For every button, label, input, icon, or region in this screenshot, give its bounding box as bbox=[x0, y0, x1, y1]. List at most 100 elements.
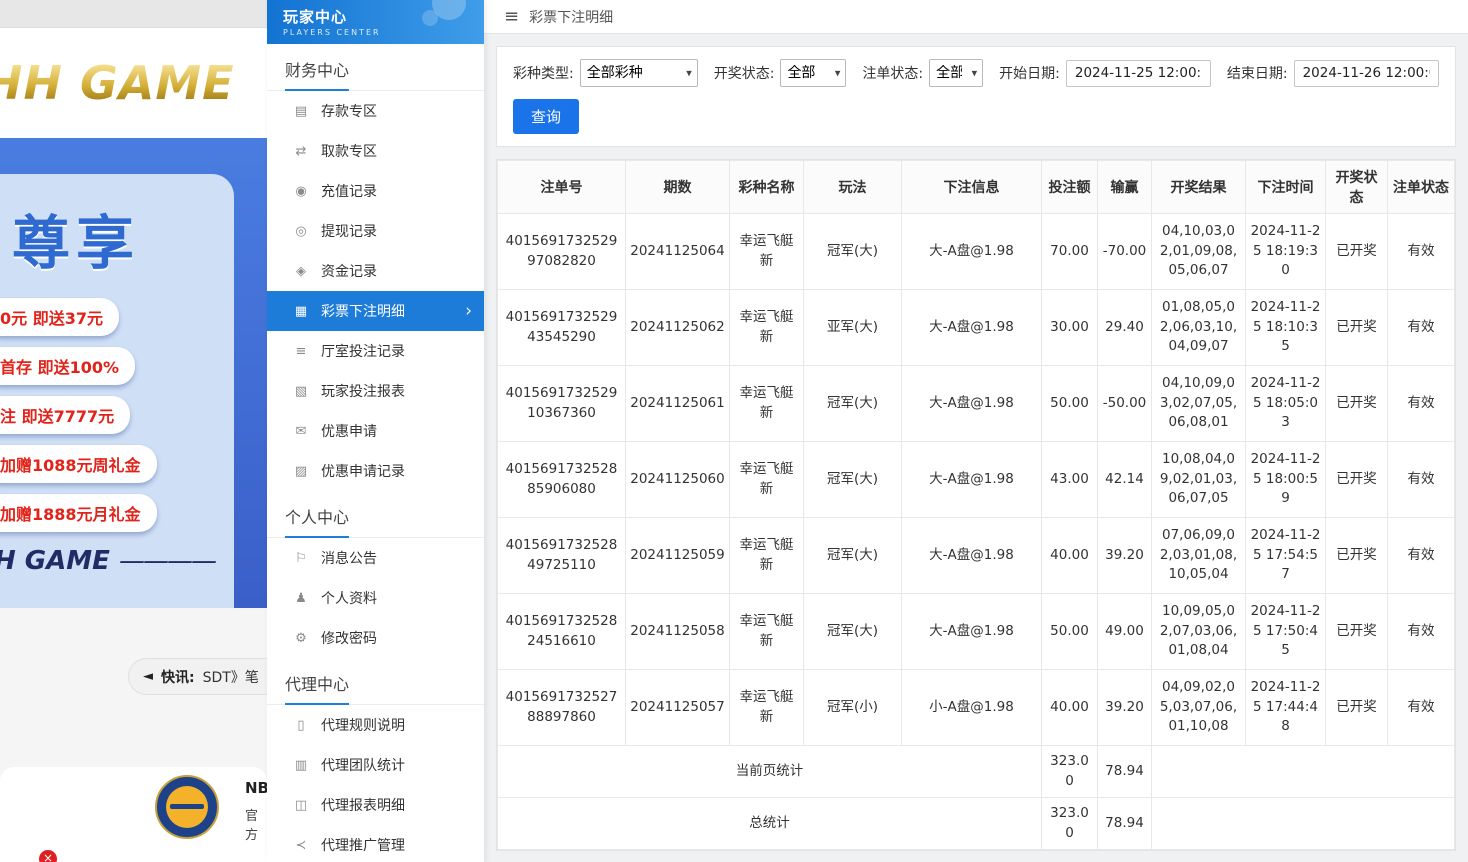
draw-status-select[interactable]: 全部 bbox=[780, 59, 846, 87]
draw-status-label: 开奖状态: bbox=[714, 63, 775, 83]
sidebar-title: 玩家中心 bbox=[283, 6, 484, 27]
summary-cell: 78.94 bbox=[1098, 798, 1152, 850]
table-cell: 401569173252824516610 bbox=[498, 594, 626, 670]
table-cell: 40.00 bbox=[1042, 670, 1098, 746]
page-summary-row: 当前页统计323.0078.94 bbox=[498, 746, 1455, 798]
table-cell: 2024-11-25 17:50:45 bbox=[1246, 594, 1326, 670]
table-row: 40156917325284972511020241125059幸运飞艇新冠军(… bbox=[498, 518, 1455, 594]
table-cell: 20241125060 bbox=[626, 442, 730, 518]
sidebar-item-label: 存款专区 bbox=[321, 101, 377, 121]
withdrawal-record-icon: ◎ bbox=[293, 224, 309, 239]
table-row: 40156917325294354529020241125062幸运飞艇新亚军(… bbox=[498, 290, 1455, 366]
draw-status-select-wrap: 全部 bbox=[780, 59, 846, 87]
table-cell: 已开奖 bbox=[1326, 670, 1388, 746]
page-title: 彩票下注明细 bbox=[529, 7, 613, 27]
table-cell: 冠军(大) bbox=[804, 366, 902, 442]
sidebar-item-promo-apply[interactable]: ✉优惠申请 bbox=[267, 411, 484, 451]
sidebar-item-promo-apply-record[interactable]: ▨优惠申请记录 bbox=[267, 451, 484, 491]
table-cell: 已开奖 bbox=[1326, 214, 1388, 290]
table-cell: 10,08,04,09,02,01,03,06,07,05 bbox=[1152, 442, 1246, 518]
content: 彩种类型: 全部彩种 开奖状态: 全部 bbox=[484, 34, 1468, 862]
table-cell: 401569173252910367360 bbox=[498, 366, 626, 442]
end-date-group: 结束日期: bbox=[1227, 60, 1439, 87]
table-cell: 01,08,05,02,06,03,10,04,09,07 bbox=[1152, 290, 1246, 366]
bet-table-header-row: 注单号期数彩种名称玩法下注信息投注额输赢开奖结果下注时间开奖状态注单状态 bbox=[498, 161, 1455, 214]
hamburger-menu-icon[interactable]: ≡ bbox=[504, 6, 519, 27]
close-icon[interactable]: × bbox=[39, 850, 57, 862]
start-date-input[interactable] bbox=[1066, 60, 1211, 87]
sidebar-item-bell[interactable]: ⚐消息公告 bbox=[267, 538, 484, 578]
table-cell: 大-A盘@1.98 bbox=[902, 518, 1042, 594]
promo-pill: 注 即送7777元 bbox=[0, 396, 130, 434]
sidebar-item-withdraw[interactable]: ⇄取款专区 bbox=[267, 131, 484, 171]
bet-table-body: 40156917325299708282020241125064幸运飞艇新冠军(… bbox=[498, 214, 1455, 850]
table-cell: 有效 bbox=[1388, 442, 1455, 518]
sidebar-item-label: 代理报表明细 bbox=[321, 795, 405, 815]
lottery-type-select[interactable]: 全部彩种 bbox=[580, 59, 698, 87]
sidebar-item-label: 代理推广管理 bbox=[321, 835, 405, 855]
sidebar-item-gear[interactable]: ⚙修改密码 bbox=[267, 618, 484, 658]
table-cell: 幸运飞艇新 bbox=[730, 214, 804, 290]
table-cell: 已开奖 bbox=[1326, 366, 1388, 442]
table-header-cell: 注单号 bbox=[498, 161, 626, 214]
table-cell: 20241125061 bbox=[626, 366, 730, 442]
document-icon: ▯ bbox=[293, 718, 309, 733]
sidebar-item-share[interactable]: ≺代理推广管理 bbox=[267, 825, 484, 862]
table-row: 40156917325288590608020241125060幸运飞艇新冠军(… bbox=[498, 442, 1455, 518]
promo-banner: 尊享 0元 即送37元首存 即送100%注 即送7777元加赠1088元周礼金加… bbox=[0, 138, 267, 608]
sidebar-section-title: 代理中心 bbox=[267, 658, 484, 705]
table-cell: 50.00 bbox=[1042, 366, 1098, 442]
table-cell: 49.00 bbox=[1098, 594, 1152, 670]
table-cell: 小-A盘@1.98 bbox=[902, 670, 1042, 746]
sidebar-item-person[interactable]: ♟个人资料 bbox=[267, 578, 484, 618]
table-header-cell: 开奖结果 bbox=[1152, 161, 1246, 214]
sidebar-item-funds-record[interactable]: ◈资金记录 bbox=[267, 251, 484, 291]
promo-pill: 首存 即送100% bbox=[0, 347, 135, 385]
end-date-input[interactable] bbox=[1294, 60, 1439, 87]
sidebar-item-label: 厅室投注记录 bbox=[321, 341, 405, 361]
sidebar-item-recharge-record[interactable]: ◉充值记录 bbox=[267, 171, 484, 211]
sidebar-item-player-bet-report[interactable]: ▧玩家投注报表 bbox=[267, 371, 484, 411]
promo-pill: 0元 即送37元 bbox=[0, 298, 119, 336]
table-cell: 已开奖 bbox=[1326, 594, 1388, 670]
lottery-bet-detail-icon: ▦ bbox=[293, 304, 309, 319]
sidebar-item-document[interactable]: ▯代理规则说明 bbox=[267, 705, 484, 745]
table-cell: 39.20 bbox=[1098, 518, 1152, 594]
sidebar-item-hall-bet-record[interactable]: ≡厅室投注记录 bbox=[267, 331, 484, 371]
sidebar-item-label: 提现记录 bbox=[321, 221, 377, 241]
nba-text-block: NBA 官方 bbox=[245, 779, 267, 843]
sidebar-item-label: 消息公告 bbox=[321, 548, 377, 568]
table-cell: 10,09,05,02,07,03,06,01,08,04 bbox=[1152, 594, 1246, 670]
table-cell: 幸运飞艇新 bbox=[730, 366, 804, 442]
table-cell: 有效 bbox=[1388, 366, 1455, 442]
table-header-cell: 彩种名称 bbox=[730, 161, 804, 214]
nba-title: NBA bbox=[245, 779, 267, 797]
table-cell: 幸运飞艇新 bbox=[730, 518, 804, 594]
site-logo-text: HH GAME bbox=[0, 56, 235, 110]
table-cell: 20241125062 bbox=[626, 290, 730, 366]
query-button[interactable]: 查询 bbox=[513, 99, 579, 134]
table-cell: 冠军(大) bbox=[804, 442, 902, 518]
start-date-group: 开始日期: bbox=[999, 60, 1211, 87]
background-bottom-panel: NBA 官方 × bbox=[0, 767, 267, 862]
table-cell: 20241125059 bbox=[626, 518, 730, 594]
sidebar-item-withdrawal-record[interactable]: ◎ 提现记录 bbox=[267, 211, 484, 251]
sidebar-section-title: 财务中心 bbox=[267, 44, 484, 91]
table-cell: 冠军(大) bbox=[804, 214, 902, 290]
order-status-select[interactable]: 全部 bbox=[929, 59, 983, 87]
order-status-label: 注单状态: bbox=[862, 63, 923, 83]
sidebar-item-report-detail[interactable]: ◫代理报表明细 bbox=[267, 785, 484, 825]
person-icon: ♟ bbox=[293, 591, 309, 606]
sidebar-item-team-stats[interactable]: ▥代理团队统计 bbox=[267, 745, 484, 785]
withdraw-icon: ⇄ bbox=[293, 144, 309, 159]
promo-pill: 加赠1888元月礼金 bbox=[0, 494, 157, 532]
sidebar-item-label: 修改密码 bbox=[321, 628, 377, 648]
background-topbar bbox=[0, 0, 267, 28]
table-cell: 有效 bbox=[1388, 214, 1455, 290]
sidebar-item-label: 充值记录 bbox=[321, 181, 377, 201]
summary-cell: 323.00 bbox=[1042, 746, 1098, 798]
sidebar-item-lottery-bet-detail[interactable]: ▦彩票下注明细› bbox=[267, 291, 484, 331]
promo-pill: 加赠1088元周礼金 bbox=[0, 445, 157, 483]
sidebar-item-deposit[interactable]: ▤存款专区 bbox=[267, 91, 484, 131]
table-cell: 有效 bbox=[1388, 670, 1455, 746]
